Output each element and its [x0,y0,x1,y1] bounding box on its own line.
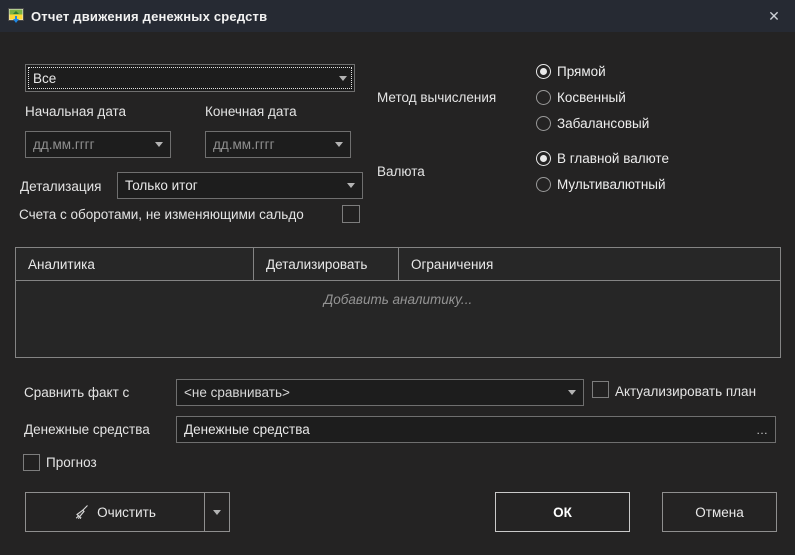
actualize-plan-checkbox[interactable] [592,381,609,398]
detail-combobox[interactable]: Только итог [117,172,363,199]
compare-combobox-value: <не сравнивать> [184,385,290,400]
method-label: Метод вычисления [377,90,497,105]
cash-flow-report-dialog: Отчет движения денежных средств ✕ Все На… [0,0,795,555]
analytics-table[interactable]: Аналитика Детализировать Ограничения Доб… [15,247,781,358]
clear-split-button: Очистить [25,492,230,532]
radio-currency-main[interactable]: В главной валюте [536,149,669,167]
chevron-down-icon[interactable] [561,380,583,405]
currency-label: Валюта [377,164,425,179]
clear-button[interactable]: Очистить [26,493,205,531]
actualize-plan-label: Актуализировать план [615,384,757,399]
saldo-checkbox[interactable] [342,205,360,223]
report-icon [8,8,24,23]
money-field[interactable]: Денежные средства … [176,416,776,443]
radio-icon [536,63,551,79]
money-label: Денежные средства [24,422,150,437]
money-field-value: Денежные средства [184,422,310,437]
column-header-analytics[interactable]: Аналитика [16,248,254,280]
radio-currency-multi[interactable]: Мультивалютный [536,175,666,193]
radio-method-direct[interactable]: Прямой [536,62,606,80]
radio-icon [536,150,551,166]
detail-combobox-value: Только итог [125,178,198,193]
ok-button[interactable]: ОК [495,492,630,532]
title-bar: Отчет движения денежных средств ✕ [0,0,795,32]
detail-label: Детализация [20,179,102,194]
compare-label: Сравнить факт с [24,385,130,400]
clear-dropdown-arrow[interactable] [205,493,229,531]
start-date-label: Начальная дата [25,104,127,119]
chevron-down-icon[interactable] [332,65,354,91]
chevron-down-icon[interactable] [340,173,362,198]
analytics-table-header: Аналитика Детализировать Ограничения [16,248,780,281]
broom-icon [74,504,90,520]
close-button[interactable]: ✕ [759,0,789,32]
clear-button-label: Очистить [97,504,156,520]
radio-icon [536,176,551,192]
ellipsis-button[interactable]: … [756,423,769,437]
end-date-label: Конечная дата [205,104,297,119]
add-analytics-placeholder[interactable]: Добавить аналитику... [16,292,780,307]
start-date-input[interactable]: дд.мм.гггг [25,131,171,158]
radio-icon [536,115,551,131]
end-date-placeholder: дд.мм.гггг [213,137,275,152]
chevron-down-icon[interactable] [148,132,170,157]
start-date-placeholder: дд.мм.гггг [33,137,95,152]
column-header-detail[interactable]: Детализировать [254,248,399,280]
saldo-checkbox-label: Счета с оборотами, не изменяющими сальдо [19,207,304,222]
radio-icon [536,89,551,105]
cancel-button[interactable]: Отмена [662,492,777,532]
radio-method-offbalance[interactable]: Забалансовый [536,114,649,132]
scenario-combobox-value: Все [33,70,57,86]
radio-method-indirect[interactable]: Косвенный [536,88,626,106]
window-title: Отчет движения денежных средств [31,8,268,24]
compare-combobox[interactable]: <не сравнивать> [176,379,584,406]
end-date-input[interactable]: дд.мм.гггг [205,131,351,158]
chevron-down-icon[interactable] [328,132,350,157]
column-header-restrictions[interactable]: Ограничения [399,248,780,280]
forecast-checkbox[interactable] [23,454,40,471]
forecast-label: Прогноз [46,455,97,470]
scenario-combobox[interactable]: Все [25,64,355,92]
